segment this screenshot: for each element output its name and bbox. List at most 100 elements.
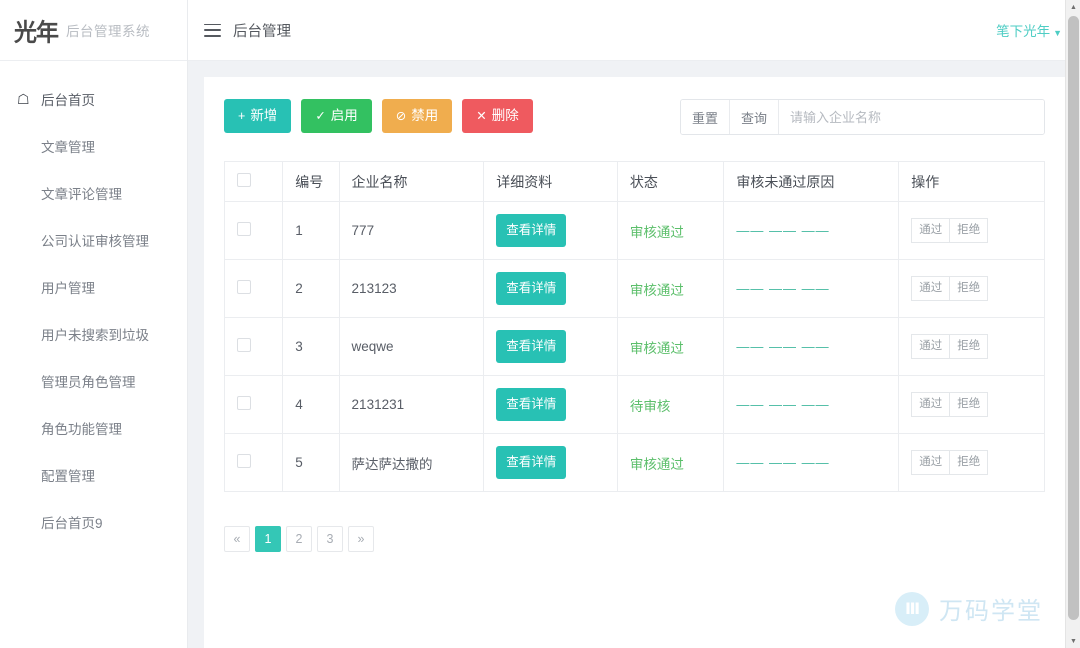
view-detail-button[interactable]: 查看详情 <box>496 272 567 305</box>
reject-button[interactable]: 拒绝 <box>950 276 989 301</box>
delete-button[interactable]: ✕ 删除 <box>462 99 533 133</box>
user-menu[interactable]: 笔下光年 ▼ <box>996 20 1062 40</box>
sidebar-item-role-function-manage[interactable]: 角色功能管理 <box>0 404 187 451</box>
reject-button[interactable]: 拒绝 <box>950 450 989 475</box>
row-reason-cell: —— —— —— <box>723 375 900 434</box>
hamburger-icon[interactable] <box>204 23 221 37</box>
brand-subtitle: 后台管理系统 <box>66 24 150 39</box>
sidebar-item-admin-role-manage[interactable]: 管理员角色管理 <box>0 357 187 404</box>
sidebar-item-user-manage[interactable]: 用户管理 <box>0 263 187 310</box>
row-select-cell <box>223 317 284 376</box>
pagination-page-2[interactable]: 2 <box>286 526 312 552</box>
reject-reason: —— —— —— <box>736 397 830 412</box>
page-scrollbar[interactable]: ▲ ▼ <box>1065 0 1080 648</box>
select-all-checkbox[interactable] <box>237 173 251 187</box>
query-button[interactable]: 查询 <box>730 100 779 134</box>
scroll-up-icon[interactable]: ▲ <box>1066 0 1080 14</box>
home-icon: ☖ <box>17 90 30 107</box>
row-company-name: 777 <box>338 201 485 260</box>
table-row: 2 213123 查看详情 审核通过 —— —— —— 通过 拒绝 <box>223 259 1045 318</box>
close-icon: ✕ <box>476 108 487 123</box>
reject-reason: —— —— —— <box>736 281 830 296</box>
row-detail-cell: 查看详情 <box>483 259 618 318</box>
approve-button[interactable]: 通过 <box>911 276 951 301</box>
row-checkbox[interactable] <box>237 338 251 352</box>
chevron-down-icon: ▼ <box>1053 28 1062 38</box>
row-actions-cell: 通过 拒绝 <box>898 259 1045 318</box>
disable-button-label: 禁用 <box>411 108 439 124</box>
approve-button[interactable]: 通过 <box>911 218 951 243</box>
sidebar-item-article-manage[interactable]: 文章管理 <box>0 122 187 169</box>
row-no: 2 <box>282 259 340 318</box>
view-detail-button[interactable]: 查看详情 <box>496 388 567 421</box>
sidebar-item-label: 文章评论管理 <box>41 186 122 202</box>
row-no: 4 <box>282 375 340 434</box>
row-company-name: weqwe <box>338 317 485 376</box>
action-button-group: 通过 拒绝 <box>911 334 989 359</box>
reset-button[interactable]: 重置 <box>681 100 730 134</box>
scroll-down-icon[interactable]: ▼ <box>1066 634 1080 648</box>
view-detail-button[interactable]: 查看详情 <box>496 214 567 247</box>
row-select-cell <box>223 375 284 434</box>
watermark: Ⅲ 万码学堂 <box>895 591 1043 626</box>
table-row: 3 weqwe 查看详情 审核通过 —— —— —— 通过 拒绝 <box>223 317 1045 376</box>
sidebar-item-company-audit-manage[interactable]: 公司认证审核管理 <box>0 216 187 263</box>
row-checkbox[interactable] <box>237 396 251 410</box>
reject-reason: —— —— —— <box>736 455 830 470</box>
row-checkbox[interactable] <box>237 222 251 236</box>
reject-button[interactable]: 拒绝 <box>950 392 989 417</box>
row-status-cell: 审核通过 <box>616 259 725 318</box>
row-actions-cell: 通过 拒绝 <box>898 317 1045 376</box>
page-title: 后台管理 <box>233 23 291 40</box>
row-actions-cell: 通过 拒绝 <box>898 433 1045 492</box>
approve-button[interactable]: 通过 <box>911 392 951 417</box>
main-column: 后台管理 笔下光年 ▼ + 新增 ✓ 启用 ⊘ 禁用 ✕ 删除 重置 查询 请输… <box>188 0 1080 648</box>
sidebar-item-label: 用户未搜索到垃圾 <box>41 327 149 343</box>
row-detail-cell: 查看详情 <box>483 433 618 492</box>
scrollbar-thumb[interactable] <box>1068 16 1079 620</box>
sidebar-item-article-comment-manage[interactable]: 文章评论管理 <box>0 169 187 216</box>
disable-button[interactable]: ⊘ 禁用 <box>381 99 453 133</box>
pagination-next[interactable]: » <box>348 526 374 552</box>
header-reject-reason: 审核未通过原因 <box>723 161 900 202</box>
approve-button[interactable]: 通过 <box>911 450 951 475</box>
header-company-name: 企业名称 <box>338 161 485 202</box>
header-status: 状态 <box>616 161 725 202</box>
sidebar-item-label: 公司认证审核管理 <box>41 233 149 249</box>
reject-button[interactable]: 拒绝 <box>950 218 989 243</box>
reject-button[interactable]: 拒绝 <box>950 334 989 359</box>
sidebar-item-user-not-found[interactable]: 用户未搜索到垃圾 <box>0 310 187 357</box>
status-badge: 审核通过 <box>629 340 684 356</box>
admin-dashboard: 光年 后台管理系统 ☖ 后台首页 文章管理 文章评论管理 公司认证审核管理 用户… <box>0 0 1080 648</box>
sidebar-item-label: 角色功能管理 <box>41 421 122 437</box>
plus-icon: + <box>238 108 246 123</box>
row-checkbox[interactable] <box>237 280 251 294</box>
brand-logo-icon: 光年 <box>14 19 59 47</box>
row-status-cell: 审核通过 <box>616 433 725 492</box>
approve-button[interactable]: 通过 <box>911 334 951 359</box>
topbar: 后台管理 笔下光年 ▼ <box>188 0 1080 61</box>
sidebar-item-label: 文章管理 <box>41 139 95 155</box>
sidebar-item-home[interactable]: ☖ 后台首页 <box>0 75 187 122</box>
add-button[interactable]: + 新增 <box>224 99 292 133</box>
sidebar-item-config-manage[interactable]: 配置管理 <box>0 451 187 498</box>
enable-button[interactable]: ✓ 启用 <box>301 99 372 133</box>
data-table: 编号 企业名称 详细资料 状态 审核未通过原因 操作 1 777 查看详情 审核… <box>223 161 1045 492</box>
search-input[interactable] <box>779 100 1044 134</box>
table-row: 1 777 查看详情 审核通过 —— —— —— 通过 拒绝 <box>223 201 1045 260</box>
view-detail-button[interactable]: 查看详情 <box>496 446 567 479</box>
brand[interactable]: 光年 后台管理系统 <box>0 0 187 61</box>
pagination-page-1[interactable]: 1 <box>255 526 281 552</box>
sidebar-item-home9[interactable]: 后台首页9 <box>0 498 187 545</box>
pagination-page-3[interactable]: 3 <box>317 526 343 552</box>
header-select-all <box>223 161 284 202</box>
row-no: 1 <box>282 201 340 260</box>
sidebar-item-label: 配置管理 <box>41 468 95 484</box>
pagination-prev[interactable]: « <box>224 526 250 552</box>
header-no: 编号 <box>282 161 340 202</box>
view-detail-button[interactable]: 查看详情 <box>496 330 567 363</box>
content-card: + 新增 ✓ 启用 ⊘ 禁用 ✕ 删除 重置 查询 请输入企业名称 编号 企业名… <box>204 77 1065 648</box>
row-checkbox[interactable] <box>237 454 251 468</box>
sidebar-item-label: 后台首页 <box>41 92 95 108</box>
row-select-cell <box>223 201 284 260</box>
